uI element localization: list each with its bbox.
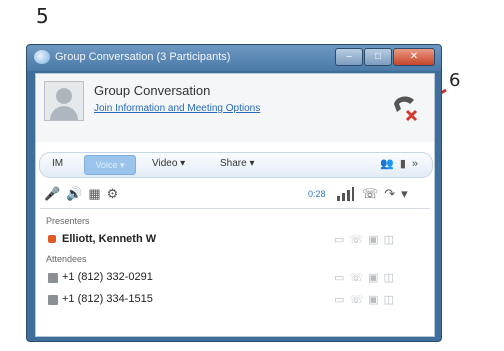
window-title: Group Conversation (3 Participants) bbox=[55, 51, 231, 63]
call-icon[interactable]: ☏ bbox=[349, 272, 368, 284]
call-icon[interactable]: ☏ bbox=[349, 234, 368, 246]
avatar-body-shape bbox=[50, 106, 78, 120]
dropdown-icon[interactable]: ▾ bbox=[401, 186, 414, 201]
title-bar: Group Conversation (3 Participants) – □ … bbox=[27, 45, 441, 71]
video-icon[interactable]: ▣ bbox=[368, 294, 383, 306]
tab-share[interactable]: Share ▾ bbox=[220, 158, 254, 169]
devices-icon[interactable]: ⚙ bbox=[107, 186, 125, 201]
phone-icon bbox=[48, 273, 58, 283]
hang-up-icon[interactable] bbox=[388, 90, 422, 124]
call-icon[interactable]: ☏ bbox=[349, 294, 368, 306]
maximize-button[interactable]: □ bbox=[364, 48, 392, 66]
tab-video[interactable]: Video ▾ bbox=[152, 158, 185, 169]
conversation-header: Group Conversation Join Information and … bbox=[36, 74, 434, 142]
video-icon[interactable]: ▣ bbox=[368, 272, 383, 284]
presence-indicator-icon bbox=[48, 235, 56, 243]
attendees-header: Attendees bbox=[46, 254, 87, 264]
participant-name: +1 (812) 332-0291 bbox=[62, 271, 153, 283]
im-icon[interactable]: ▭ bbox=[334, 272, 349, 284]
participant-actions: ▭☏▣◫ bbox=[334, 271, 399, 284]
participant-row[interactable]: +1 (812) 334-1515 ▭☏▣◫ bbox=[36, 290, 434, 310]
modality-toolbar: IM Voice ▾ Video ▾ Share ▾ 👥▮» bbox=[39, 152, 433, 178]
window-client-area: Group Conversation Join Information and … bbox=[35, 73, 435, 337]
step-number-5: 5 bbox=[36, 4, 49, 28]
call-controls-left: 🎤🔊▦⚙ bbox=[44, 186, 124, 202]
share-icon[interactable]: ◫ bbox=[384, 272, 399, 284]
participant-row[interactable]: Elliott, Kenneth W ▭☏▣◫ bbox=[36, 230, 434, 250]
im-icon[interactable]: ▭ bbox=[334, 234, 349, 246]
video-icon[interactable]: ▣ bbox=[368, 234, 383, 246]
hold-icon[interactable]: ☏ bbox=[362, 186, 384, 201]
share-icon[interactable]: ◫ bbox=[384, 294, 399, 306]
toolbar-extra-icons: 👥▮» bbox=[380, 157, 424, 170]
call-timer: 0:28 bbox=[308, 189, 326, 199]
share-icon[interactable]: ◫ bbox=[384, 234, 399, 246]
people-icon[interactable]: 👥 bbox=[380, 158, 400, 170]
window-buttons: – □ ✕ bbox=[334, 48, 435, 66]
tab-voice[interactable]: Voice ▾ bbox=[84, 155, 136, 175]
device-icon[interactable]: ▮ bbox=[400, 158, 412, 170]
avatar-head-shape bbox=[56, 88, 72, 104]
more-options-icon[interactable]: » bbox=[412, 158, 424, 170]
join-info-link[interactable]: Join Information and Meeting Options bbox=[94, 103, 260, 114]
lync-app-icon bbox=[34, 50, 50, 64]
presenters-header: Presenters bbox=[46, 216, 90, 226]
dialpad-icon[interactable]: ▦ bbox=[88, 186, 106, 201]
conversation-title: Group Conversation bbox=[94, 83, 211, 98]
participant-name: Elliott, Kenneth W bbox=[62, 233, 157, 245]
participant-actions: ▭☏▣◫ bbox=[334, 293, 399, 306]
mute-icon[interactable]: 🎤 bbox=[44, 186, 66, 201]
participant-name: +1 (812) 334-1515 bbox=[62, 293, 153, 305]
participant-row[interactable]: +1 (812) 332-0291 ▭☏▣◫ bbox=[36, 268, 434, 288]
im-icon[interactable]: ▭ bbox=[334, 294, 349, 306]
phone-icon bbox=[48, 295, 58, 305]
avatar bbox=[44, 81, 84, 121]
call-controls-right: ☏↷▾ bbox=[362, 186, 414, 202]
minimize-button[interactable]: – bbox=[335, 48, 363, 66]
speaker-icon[interactable]: 🔊 bbox=[66, 186, 88, 201]
close-button[interactable]: ✕ bbox=[393, 48, 435, 66]
conversation-window: Group Conversation (3 Participants) – □ … bbox=[26, 44, 442, 342]
divider bbox=[40, 208, 430, 209]
tab-im[interactable]: IM bbox=[52, 158, 63, 169]
signal-strength-icon bbox=[337, 187, 354, 201]
step-number-6: 6 bbox=[449, 70, 461, 91]
participant-actions: ▭☏▣◫ bbox=[334, 233, 399, 246]
transfer-icon[interactable]: ↷ bbox=[384, 186, 401, 201]
call-controls: 🎤🔊▦⚙ 0:28 ☏↷▾ bbox=[36, 184, 434, 206]
